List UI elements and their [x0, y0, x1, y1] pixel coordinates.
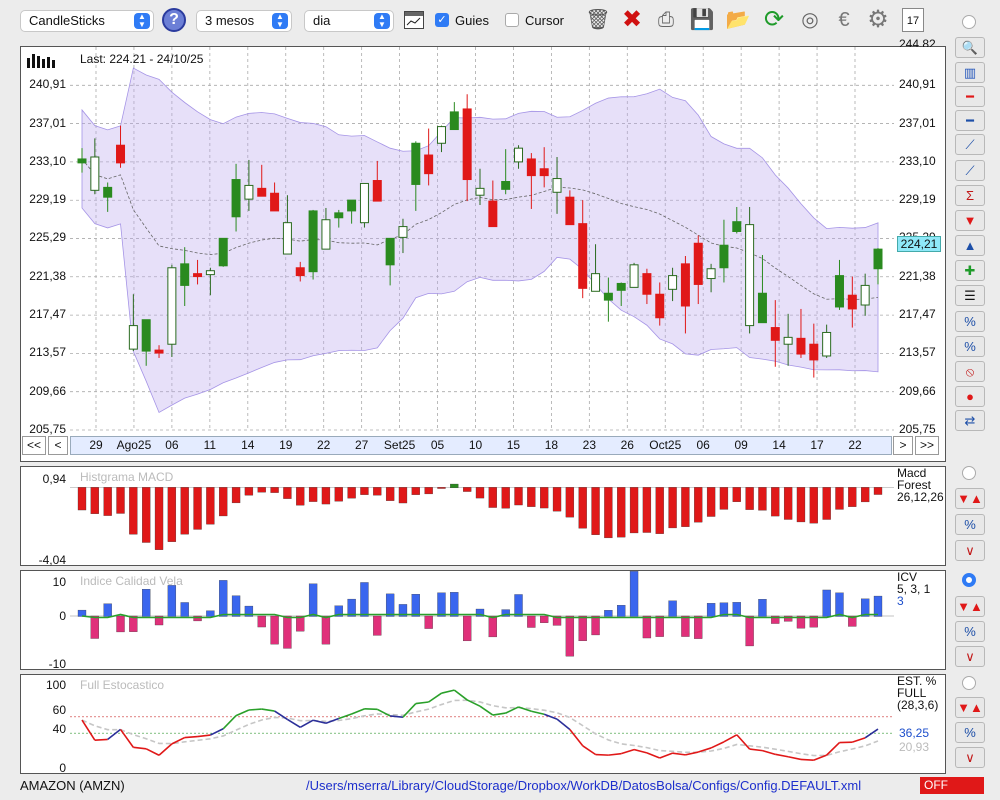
- stoch-k-segment: [415, 701, 429, 705]
- stoch-y-0: 0: [59, 761, 66, 775]
- stoch-k-segment: [659, 752, 673, 759]
- stoch-k-segment: [775, 753, 789, 758]
- stoch-k-segment: [94, 738, 108, 741]
- stoch-k-segment: [556, 718, 571, 731]
- stoch-k-segment: [595, 753, 609, 756]
- ticker-label: AMAZON (AMZN): [20, 778, 125, 793]
- stoch-k-segment: [119, 728, 135, 748]
- stoch-k-segment: [852, 737, 866, 743]
- stoch-k-segment: [248, 708, 262, 711]
- stoch-k-segment: [569, 729, 584, 747]
- stoch-value-k: 36,25: [899, 726, 930, 740]
- stoch-k-segment: [531, 710, 545, 715]
- stoch-k-segment: [620, 748, 635, 755]
- stoch-k-segment: [633, 748, 648, 754]
- stoch-k-segment: [672, 752, 686, 756]
- stoch-k-segment: [762, 749, 776, 756]
- stoch-d-line: [81, 699, 879, 757]
- stoch-k-segment: [787, 755, 802, 761]
- stoch-k-segment: [826, 742, 841, 756]
- stoch-params: (28,3,6): [897, 698, 939, 712]
- stoch-k-segment: [710, 741, 725, 749]
- stoch-k-segment: [492, 712, 506, 716]
- stoch-y-40: 40: [52, 722, 66, 736]
- stoch-k-segment: [441, 689, 455, 694]
- stoch-k-segment: [749, 748, 763, 752]
- stoch-k-segment: [145, 748, 160, 756]
- stoch-k-segment: [325, 717, 340, 724]
- stoch-k-segment: [133, 746, 147, 750]
- status-badge[interactable]: OFF: [920, 777, 984, 794]
- stoch-k-segment: [376, 708, 391, 717]
- stoch-k-segment: [158, 743, 173, 756]
- stoch-k-segment: [736, 734, 751, 750]
- stoch-k-segment: [261, 708, 275, 712]
- stoch-k-segment: [608, 752, 622, 756]
- stoch-k-segment: [453, 689, 468, 701]
- stoch-k-segment: [390, 715, 404, 718]
- stoch-k-segment: [210, 728, 224, 736]
- stoch-k-segment: [81, 719, 96, 741]
- stoch-k-segment: [338, 713, 352, 720]
- stoch-k-segment: [800, 758, 814, 761]
- stoch-k-segment: [184, 735, 198, 739]
- stoch-y-100: 100: [45, 678, 66, 692]
- stoch-value-d: 20,93: [899, 740, 930, 754]
- stoch-k-segment: [646, 752, 661, 759]
- stoch-k-segment: [428, 692, 442, 703]
- stoch-k-segment: [402, 703, 417, 718]
- config-path-link[interactable]: /Users/mserra/Library/CloudStorage/Dropb…: [306, 778, 861, 793]
- stoch-y-60: 60: [52, 703, 66, 717]
- stoch-k-segment: [582, 745, 596, 756]
- stoch-legend: EST. % FULL (28,3,6): [897, 675, 938, 711]
- stoch-k-segment: [479, 705, 494, 716]
- stoch-k-segment: [235, 709, 250, 717]
- stoch-title: Full Estocastico: [80, 678, 165, 692]
- stoch-k-segment: [723, 734, 738, 743]
- stoch-k-segment: [222, 715, 237, 730]
- stoch-k-segment: [107, 728, 122, 741]
- stoch-k-segment: [351, 708, 365, 715]
- stoch-k-segment: [197, 734, 211, 738]
